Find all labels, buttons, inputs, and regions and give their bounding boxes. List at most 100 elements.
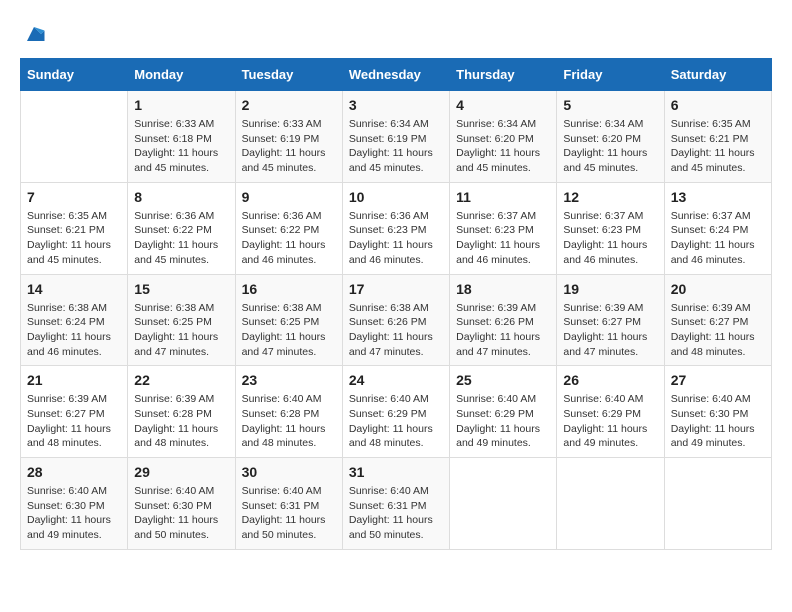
day-info: Sunrise: 6:38 AMSunset: 6:26 PMDaylight:…	[349, 301, 443, 360]
day-info: Sunrise: 6:36 AMSunset: 6:23 PMDaylight:…	[349, 209, 443, 268]
weekday-header: Friday	[557, 59, 664, 91]
day-number: 29	[134, 464, 228, 480]
day-info: Sunrise: 6:40 AMSunset: 6:29 PMDaylight:…	[456, 392, 550, 451]
day-number: 27	[671, 372, 765, 388]
calendar-cell: 25 Sunrise: 6:40 AMSunset: 6:29 PMDayligh…	[450, 366, 557, 458]
calendar-cell: 28 Sunrise: 6:40 AMSunset: 6:30 PMDayligh…	[21, 458, 128, 550]
calendar-cell: 2 Sunrise: 6:33 AMSunset: 6:19 PMDaylight…	[235, 91, 342, 183]
day-info: Sunrise: 6:40 AMSunset: 6:30 PMDaylight:…	[671, 392, 765, 451]
calendar-week-row: 28 Sunrise: 6:40 AMSunset: 6:30 PMDayligh…	[21, 458, 772, 550]
day-number: 2	[242, 97, 336, 113]
day-number: 13	[671, 189, 765, 205]
calendar-cell	[450, 458, 557, 550]
day-info: Sunrise: 6:37 AMSunset: 6:23 PMDaylight:…	[563, 209, 657, 268]
calendar-cell	[664, 458, 771, 550]
calendar-cell: 10 Sunrise: 6:36 AMSunset: 6:23 PMDayligh…	[342, 182, 449, 274]
day-info: Sunrise: 6:33 AMSunset: 6:18 PMDaylight:…	[134, 117, 228, 176]
day-info: Sunrise: 6:40 AMSunset: 6:30 PMDaylight:…	[134, 484, 228, 543]
logo-icon	[20, 20, 48, 48]
day-number: 4	[456, 97, 550, 113]
day-number: 30	[242, 464, 336, 480]
calendar-cell: 23 Sunrise: 6:40 AMSunset: 6:28 PMDayligh…	[235, 366, 342, 458]
calendar-cell: 22 Sunrise: 6:39 AMSunset: 6:28 PMDayligh…	[128, 366, 235, 458]
calendar-cell: 21 Sunrise: 6:39 AMSunset: 6:27 PMDayligh…	[21, 366, 128, 458]
calendar-cell: 30 Sunrise: 6:40 AMSunset: 6:31 PMDayligh…	[235, 458, 342, 550]
day-info: Sunrise: 6:40 AMSunset: 6:29 PMDaylight:…	[563, 392, 657, 451]
calendar-cell: 18 Sunrise: 6:39 AMSunset: 6:26 PMDayligh…	[450, 274, 557, 366]
day-number: 21	[27, 372, 121, 388]
calendar-cell: 1 Sunrise: 6:33 AMSunset: 6:18 PMDaylight…	[128, 91, 235, 183]
day-number: 15	[134, 281, 228, 297]
day-number: 14	[27, 281, 121, 297]
day-number: 7	[27, 189, 121, 205]
day-info: Sunrise: 6:34 AMSunset: 6:20 PMDaylight:…	[456, 117, 550, 176]
calendar-cell: 13Sunrise: 6:37 AMSunset: 6:24 PMDayligh…	[664, 182, 771, 274]
calendar-body: 1 Sunrise: 6:33 AMSunset: 6:18 PMDaylight…	[21, 91, 772, 550]
day-info: Sunrise: 6:36 AMSunset: 6:22 PMDaylight:…	[134, 209, 228, 268]
day-number: 10	[349, 189, 443, 205]
calendar-cell: 8 Sunrise: 6:36 AMSunset: 6:22 PMDaylight…	[128, 182, 235, 274]
day-info: Sunrise: 6:39 AMSunset: 6:28 PMDaylight:…	[134, 392, 228, 451]
calendar-header: SundayMondayTuesdayWednesdayThursdayFrid…	[21, 59, 772, 91]
day-number: 1	[134, 97, 228, 113]
calendar-cell: 5Sunrise: 6:34 AMSunset: 6:20 PMDaylight…	[557, 91, 664, 183]
day-info: Sunrise: 6:38 AMSunset: 6:24 PMDaylight:…	[27, 301, 121, 360]
calendar-week-row: 21 Sunrise: 6:39 AMSunset: 6:27 PMDayligh…	[21, 366, 772, 458]
weekday-header: Monday	[128, 59, 235, 91]
day-number: 11	[456, 189, 550, 205]
calendar-cell: 12 Sunrise: 6:37 AMSunset: 6:23 PMDayligh…	[557, 182, 664, 274]
calendar-cell: 3 Sunrise: 6:34 AMSunset: 6:19 PMDaylight…	[342, 91, 449, 183]
day-info: Sunrise: 6:38 AMSunset: 6:25 PMDaylight:…	[242, 301, 336, 360]
calendar-cell: 4 Sunrise: 6:34 AMSunset: 6:20 PMDaylight…	[450, 91, 557, 183]
day-number: 25	[456, 372, 550, 388]
calendar-cell: 15Sunrise: 6:38 AMSunset: 6:25 PMDayligh…	[128, 274, 235, 366]
day-number: 20	[671, 281, 765, 297]
calendar-cell: 29 Sunrise: 6:40 AMSunset: 6:30 PMDayligh…	[128, 458, 235, 550]
day-number: 31	[349, 464, 443, 480]
day-number: 3	[349, 97, 443, 113]
day-number: 28	[27, 464, 121, 480]
day-info: Sunrise: 6:34 AMSunset: 6:20 PMDaylight:…	[563, 117, 657, 176]
logo	[20, 20, 52, 48]
calendar-cell: 11 Sunrise: 6:37 AMSunset: 6:23 PMDayligh…	[450, 182, 557, 274]
day-info: Sunrise: 6:35 AMSunset: 6:21 PMDaylight:…	[671, 117, 765, 176]
weekday-header: Wednesday	[342, 59, 449, 91]
day-info: Sunrise: 6:36 AMSunset: 6:22 PMDaylight:…	[242, 209, 336, 268]
weekday-header: Thursday	[450, 59, 557, 91]
calendar-cell	[557, 458, 664, 550]
calendar-cell: 31 Sunrise: 6:40 AMSunset: 6:31 PMDayligh…	[342, 458, 449, 550]
day-number: 22	[134, 372, 228, 388]
page-header	[20, 20, 772, 48]
day-number: 23	[242, 372, 336, 388]
day-info: Sunrise: 6:40 AMSunset: 6:29 PMDaylight:…	[349, 392, 443, 451]
calendar-week-row: 7 Sunrise: 6:35 AMSunset: 6:21 PMDaylight…	[21, 182, 772, 274]
day-info: Sunrise: 6:40 AMSunset: 6:28 PMDaylight:…	[242, 392, 336, 451]
day-number: 12	[563, 189, 657, 205]
day-info: Sunrise: 6:40 AMSunset: 6:30 PMDaylight:…	[27, 484, 121, 543]
day-info: Sunrise: 6:34 AMSunset: 6:19 PMDaylight:…	[349, 117, 443, 176]
day-info: Sunrise: 6:40 AMSunset: 6:31 PMDaylight:…	[242, 484, 336, 543]
weekday-header: Sunday	[21, 59, 128, 91]
day-number: 18	[456, 281, 550, 297]
calendar-cell: 16 Sunrise: 6:38 AMSunset: 6:25 PMDayligh…	[235, 274, 342, 366]
weekday-header: Saturday	[664, 59, 771, 91]
day-number: 16	[242, 281, 336, 297]
day-info: Sunrise: 6:33 AMSunset: 6:19 PMDaylight:…	[242, 117, 336, 176]
day-info: Sunrise: 6:39 AMSunset: 6:27 PMDaylight:…	[563, 301, 657, 360]
calendar-cell: 17Sunrise: 6:38 AMSunset: 6:26 PMDayligh…	[342, 274, 449, 366]
calendar-cell	[21, 91, 128, 183]
calendar-cell: 19Sunrise: 6:39 AMSunset: 6:27 PMDayligh…	[557, 274, 664, 366]
weekday-header: Tuesday	[235, 59, 342, 91]
day-info: Sunrise: 6:39 AMSunset: 6:27 PMDaylight:…	[671, 301, 765, 360]
calendar-cell: 7 Sunrise: 6:35 AMSunset: 6:21 PMDaylight…	[21, 182, 128, 274]
calendar-cell: 9Sunrise: 6:36 AMSunset: 6:22 PMDaylight…	[235, 182, 342, 274]
calendar-cell: 14 Sunrise: 6:38 AMSunset: 6:24 PMDayligh…	[21, 274, 128, 366]
day-number: 26	[563, 372, 657, 388]
day-number: 8	[134, 189, 228, 205]
day-info: Sunrise: 6:40 AMSunset: 6:31 PMDaylight:…	[349, 484, 443, 543]
day-number: 6	[671, 97, 765, 113]
day-info: Sunrise: 6:39 AMSunset: 6:26 PMDaylight:…	[456, 301, 550, 360]
day-info: Sunrise: 6:37 AMSunset: 6:23 PMDaylight:…	[456, 209, 550, 268]
day-info: Sunrise: 6:39 AMSunset: 6:27 PMDaylight:…	[27, 392, 121, 451]
day-info: Sunrise: 6:35 AMSunset: 6:21 PMDaylight:…	[27, 209, 121, 268]
